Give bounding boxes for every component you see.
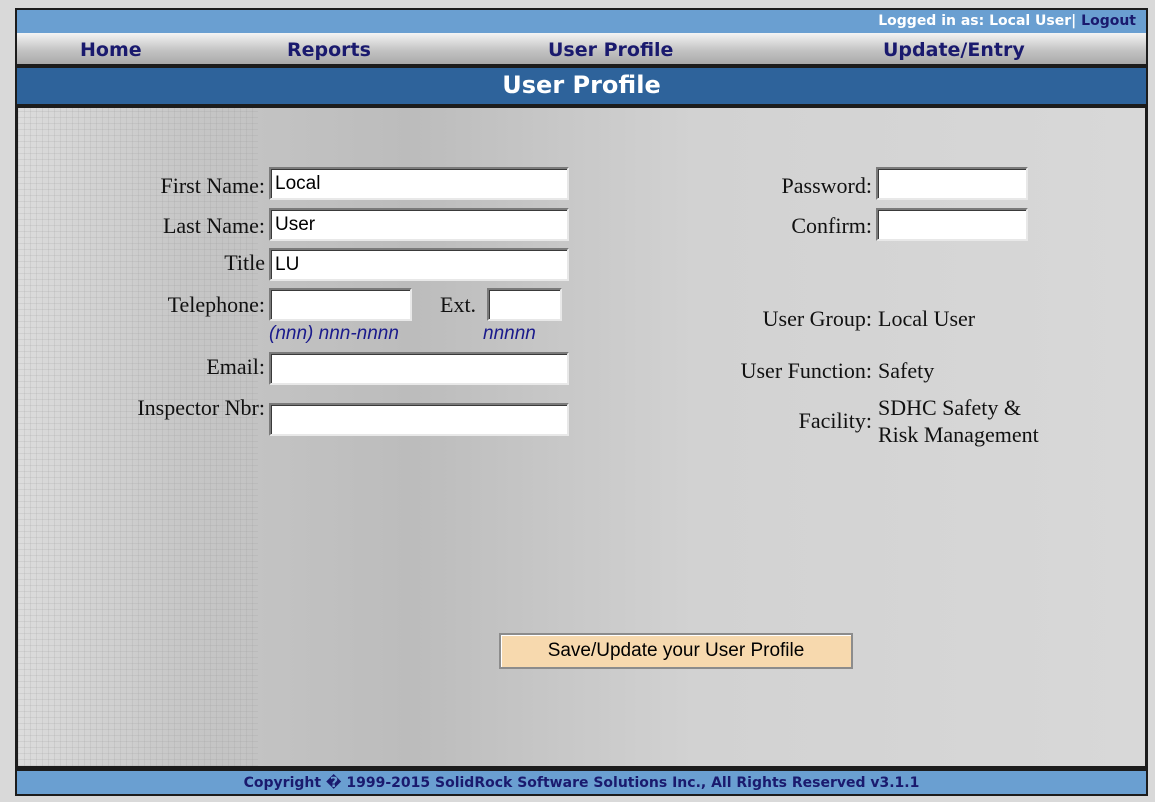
first-name-label: First Name:: [160, 173, 266, 198]
facility-value-line2: Risk Management: [878, 422, 1039, 447]
save-profile-button[interactable]: Save/Update your User Profile: [499, 633, 853, 669]
telephone-label: Telephone:: [167, 292, 265, 317]
title-field[interactable]: [269, 248, 569, 281]
facility-value-line1: SDHC Safety &: [878, 395, 1021, 420]
ext-format-hint: nnnnn: [483, 323, 536, 344]
user-group-label: User Group:: [762, 306, 872, 331]
ext-label: Ext.: [440, 292, 477, 317]
last-name-field[interactable]: [269, 208, 569, 241]
email-field[interactable]: [269, 352, 569, 385]
top-status-bar: Logged in as: Local User| Logout: [15, 8, 1148, 34]
logged-in-text: Logged in as: Local User|: [878, 13, 1077, 29]
confirm-password-field[interactable]: [876, 208, 1028, 241]
first-name-field[interactable]: [269, 167, 569, 200]
inspector-nbr-label: Inspector Nbr:: [137, 395, 265, 420]
title-label: Title: [224, 250, 265, 275]
nav-home[interactable]: Home: [80, 39, 142, 61]
logout-link[interactable]: Logout: [1081, 13, 1136, 29]
user-group-value: Local User: [878, 306, 976, 331]
password-label: Password:: [781, 173, 872, 198]
nav-reports[interactable]: Reports: [287, 39, 371, 61]
telephone-format-hint: (nnn) nnn-nnnn: [269, 323, 399, 344]
last-name-label: Last Name:: [162, 213, 265, 238]
page-title: User Profile: [15, 66, 1148, 106]
email-label: Email:: [206, 354, 265, 379]
user-function-value: Safety: [878, 358, 935, 383]
facility-label: Facility:: [798, 408, 872, 433]
nav-update-entry[interactable]: Update/Entry: [883, 39, 1025, 61]
inspector-nbr-field[interactable]: [269, 403, 569, 436]
telephone-field[interactable]: [269, 288, 412, 321]
user-function-label: User Function:: [740, 358, 872, 383]
password-field[interactable]: [876, 167, 1028, 200]
ext-field[interactable]: [487, 288, 562, 321]
confirm-label: Confirm:: [791, 213, 872, 238]
nav-user-profile[interactable]: User Profile: [548, 39, 673, 61]
main-nav: Home Reports User Profile Update/Entry: [15, 33, 1148, 66]
page-frame: Logged in as: Local User| Logout Home Re…: [15, 8, 1148, 798]
profile-form-panel: First Name: Last Name: Title Telephone: …: [15, 105, 1148, 769]
copyright-footer: Copyright � 1999-2015 SolidRock Software…: [15, 769, 1148, 796]
